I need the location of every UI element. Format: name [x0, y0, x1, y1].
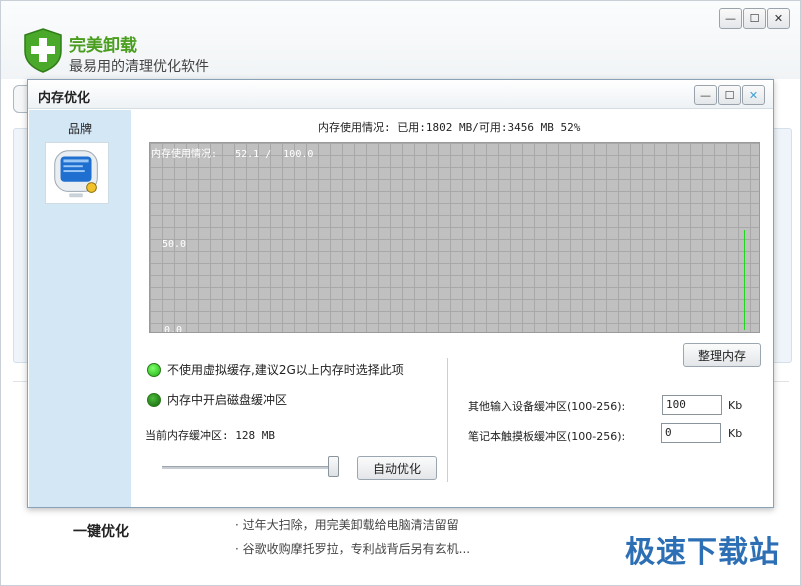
main-header: 完美卸载 最易用的清理优化软件 — ☐ ✕ — [1, 1, 800, 79]
graph-current-value: 52.1 — [235, 149, 260, 160]
option-label: 内存中开启磁盘缓冲区 — [167, 393, 288, 407]
radio-on-icon[interactable] — [147, 362, 161, 377]
dialog-minimize-button[interactable]: — — [694, 85, 717, 105]
buffer-slider-thumb[interactable] — [328, 456, 339, 477]
news-item[interactable]: · 过年大扫除，用完美卸载给电脑清洁留留 — [235, 516, 459, 533]
dialog-close-button[interactable]: ✕ — [742, 85, 765, 105]
graph-max-value: 100.0 — [283, 149, 314, 160]
watermark-text: 极速下载站 — [625, 535, 780, 570]
touchpad-buffer-field[interactable]: 0 — [661, 423, 721, 443]
option-disk-buffer[interactable]: 内存中开启磁盘缓冲区 — [147, 391, 287, 408]
app-subtitle: 最易用的清理优化软件 — [69, 59, 209, 75]
app-logo-icon — [24, 28, 62, 73]
input-buffer-field[interactable]: 100 — [662, 395, 722, 415]
brand-label: 品牌 — [67, 122, 92, 136]
dialog-title: 内存优化 — [38, 91, 91, 106]
graph-caption: 内存使用情况: 52.1 / 100.0 — [151, 149, 314, 160]
computer-brand-icon — [45, 142, 109, 204]
buffer-slider-track[interactable] — [162, 466, 338, 469]
news-item[interactable]: · 谷歌收购摩托罗拉，专利战背后另有玄机... — [235, 540, 470, 557]
one-key-optimize-label[interactable]: 一键优化 — [73, 521, 129, 541]
vertical-divider — [447, 358, 448, 482]
option-label: 不使用虚拟缓存,建议2G以上内存时选择此项 — [167, 363, 404, 377]
memory-usage-graph: 内存使用情况: 52.1 / 100.0 50.0 0.0 — [149, 142, 760, 333]
radio-icon[interactable] — [147, 392, 161, 407]
main-window-controls: — ☐ ✕ — [718, 8, 790, 29]
dialog-maximize-button[interactable]: ☐ — [718, 85, 741, 105]
current-buffer-text: 当前内存缓冲区: 128 MB — [145, 429, 275, 442]
auto-optimize-button[interactable]: 自动优化 — [357, 456, 437, 480]
memory-usage-text: 内存使用情况: 已用:1802 MB/可用:3456 MB 52% — [318, 121, 581, 134]
dialog-sidebar: 品牌 — [29, 110, 131, 507]
memory-optimize-dialog: 内存优化 — ☐ ✕ 品牌 内存使用情况: 已用:1802 MB/可用:3456… — [27, 79, 774, 508]
input-buffer-label: 其他输入设备缓冲区(100-256): — [468, 400, 626, 413]
dialog-window-controls: — ☐ ✕ — [693, 85, 765, 105]
graph-tick-min: 0.0 — [164, 325, 183, 333]
maximize-button[interactable]: ☐ — [743, 8, 766, 29]
option-no-virtual-cache[interactable]: 不使用虚拟缓存,建议2G以上内存时选择此项 — [147, 361, 404, 378]
graph-tick-mid: 50.0 — [162, 239, 187, 250]
touchpad-buffer-label: 笔记本触摸板缓冲区(100-256): — [468, 430, 626, 443]
input-buffer-unit: Kb — [728, 399, 743, 412]
dialog-titlebar: 内存优化 — ☐ ✕ — [28, 80, 773, 109]
minimize-button[interactable]: — — [719, 8, 742, 29]
graph-usage-line — [744, 230, 745, 330]
app-title: 完美卸载 — [69, 36, 137, 56]
close-button[interactable]: ✕ — [767, 8, 790, 29]
touchpad-buffer-unit: Kb — [728, 427, 743, 440]
clean-memory-button[interactable]: 整理内存 — [683, 343, 761, 367]
